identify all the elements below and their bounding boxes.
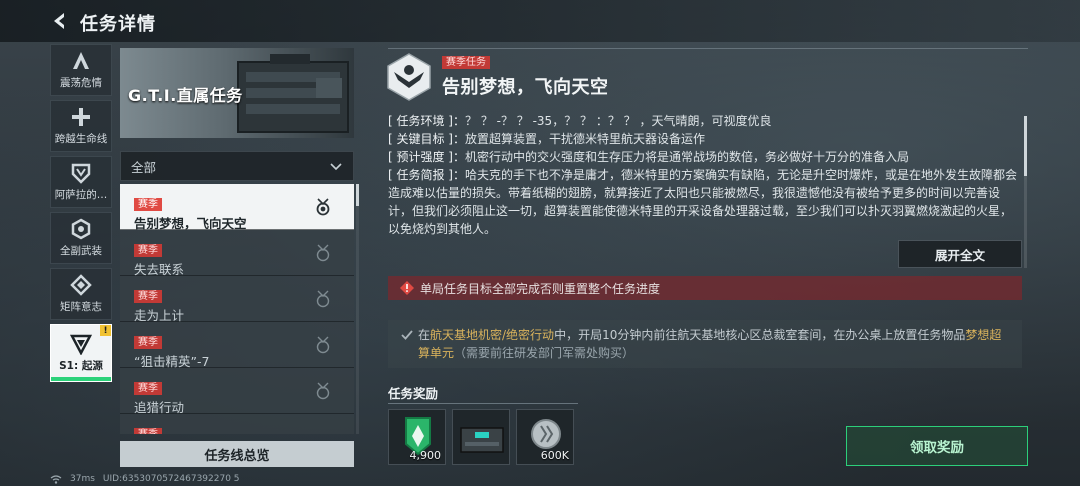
page-title: 任务详情 [80,14,156,35]
description-line: [ 预计强度 ]：机密行动中的交火强度和生存压力将是通常战场的数倍，务必做好十万… [388,150,910,164]
season-tag: 赛季 [134,198,162,211]
ping-text: 37ms [70,474,95,484]
diamond-icon [70,274,92,296]
shield-v-icon [71,163,91,184]
triangle-icon [70,334,92,355]
task-item[interactable]: 赛季 告别梦想，飞向天空 [120,184,354,231]
rail-item-3[interactable]: 全副武装 [50,212,112,264]
reward-item[interactable]: 600K [516,409,574,465]
medal-icon [316,290,330,308]
task-line-banner: G.T.I.直属任务 [120,48,354,138]
rail-item-label: 跨越生命线 [54,133,108,145]
filter-label: 全部 [131,159,157,175]
reward-quantity: 600K [540,449,569,462]
task-category-rail: 震荡危情 跨越生命线 阿萨拉的… 全副武装 矩阵意志 S1: 起源 ! [50,44,112,386]
rail-item-4[interactable]: 矩阵意志 [50,268,112,320]
reward-item[interactable]: 4,900 [388,409,446,465]
description-line: [ 任务简报 ]：哈夫克的手下也不净是庸才，德米特里的方案确实有缺陷，无论是升空… [388,168,1018,236]
checkmark-icon [401,330,413,340]
objective-row: 在航天基地机密/绝密行动中，开局10分钟内前往航天基地核心区总裁室套间，在办公桌… [388,320,1022,368]
task-list-scrollbar[interactable] [356,184,359,434]
season-tag: 赛季 [134,290,162,303]
reward-quantity: 4,900 [409,449,442,462]
rewards-divider [388,403,578,404]
claim-reward-button[interactable]: 领取奖励 [846,426,1028,466]
a-shape-icon [73,52,89,69]
description-scrollbar[interactable] [1024,116,1027,268]
rail-item-5[interactable]: S1: 起源 ! [50,324,112,382]
season-tag: 赛季 [134,382,162,395]
device-case-icon [460,427,504,453]
medal-icon [316,382,330,400]
warning-text: 单局任务目标全部完成否则重置整个任务进度 [420,281,661,296]
season-tag: 赛季 [134,336,162,349]
hex-icon [71,218,91,240]
description-line: [ 任务环境 ]：？ ？ -？ ？ -35，？ ？ ：？ ？ ，天气晴朗，可视度… [388,114,772,128]
top-bar [0,0,1080,42]
alert-badge: ! [100,325,111,336]
rewards-title: 任务奖励 [388,386,439,401]
task-line-overview-button[interactable]: 任务线总览 [120,441,354,467]
status-bar: 37ms UID:6353070572467392270 5 [50,474,240,484]
expand-full-text-button[interactable]: 展开全文 [898,240,1022,268]
warning-banner: 单局任务目标全部完成否则重置整个任务进度 [388,276,1022,300]
task-item[interactable]: 赛季 走为上计 [120,276,354,323]
description-line: [ 关键目标 ]：放置超算装置，干扰德米特里航天器设备运作 [388,132,706,146]
scrollbar-thumb[interactable] [356,184,359,206]
task-description: [ 任务环境 ]：？ ？ -？ ？ -35，？ ？ ：？ ？ ，天气晴朗，可视度… [388,112,1018,240]
wifi-icon [50,474,62,484]
rail-item-1[interactable]: 跨越生命线 [50,100,112,152]
season-tag: 赛季 [134,244,162,257]
task-item[interactable]: 赛季 追猎行动 [120,368,354,415]
task-detail-title: 告别梦想，飞向天空 [442,77,609,98]
uid-text: UID:6353070572467392270 5 [102,474,240,484]
rail-item-0[interactable]: 震荡危情 [50,44,112,96]
eagle-emblem-icon [387,53,431,101]
medal-icon [316,336,330,354]
rail-item-label: 阿萨拉的… [54,189,108,201]
task-item[interactable]: 赛季 [120,414,354,434]
scrollbar-thumb[interactable] [1024,116,1027,176]
warning-diamond-icon [400,281,414,295]
banner-title: G.T.I.直属任务 [128,86,243,105]
rail-item-label: 震荡危情 [60,77,102,89]
medal-icon [316,198,330,216]
plus-icon [72,108,90,126]
rail-item-label: 全副武装 [60,245,102,257]
rail-item-2[interactable]: 阿萨拉的… [50,156,112,208]
header-divider [388,48,1028,49]
task-list: 赛季 告别梦想，飞向天空 赛季 失去联系 赛季 走为上计 赛季 “狙击精英”-7 [120,184,354,434]
objective-text: 在航天基地机密/绝密行动中，开局10分钟内前往航天基地核心区总裁室套间，在办公桌… [418,328,1002,360]
back-arrow-icon[interactable] [50,11,70,31]
medal-icon [316,244,330,262]
rail-item-label: 矩阵意志 [60,301,102,313]
rail-item-label: S1: 起源 [59,360,103,372]
reward-item[interactable] [452,409,510,465]
task-item[interactable]: 赛季 “狙击精英”-7 [120,322,354,369]
season-tag: 赛季 [134,428,162,434]
task-item[interactable]: 赛季 失去联系 [120,230,354,277]
task-filter-dropdown[interactable]: 全部 [120,151,354,181]
season-task-tag: 赛季任务 [442,56,490,69]
chevron-down-icon [330,163,342,171]
